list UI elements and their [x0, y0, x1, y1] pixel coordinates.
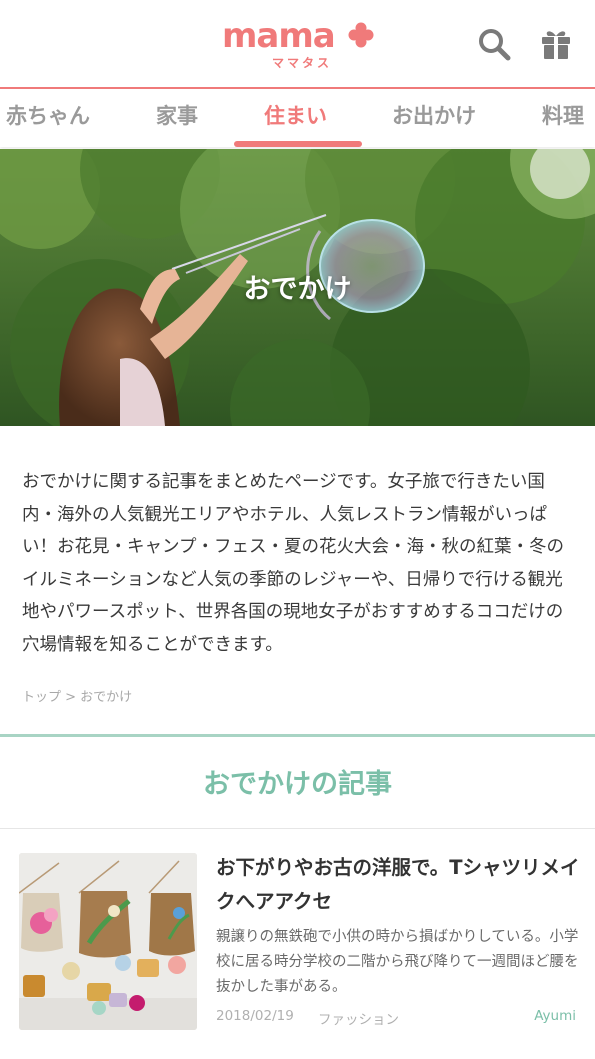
section-title: おでかけの記事: [203, 769, 392, 800]
logo-subtitle: ママタス: [272, 56, 333, 70]
hero-title: おでかけ: [243, 274, 352, 305]
nav-active-indicator: [234, 141, 362, 147]
gift-icon[interactable]: [539, 27, 573, 61]
hero-banner: おでかけ: [0, 149, 595, 426]
article-excerpt: 親譲りの無鉄砲で小供の時から損ばかりしている。小学校に居る時分学校の二階から飛び…: [216, 929, 579, 995]
thumbnail-photo: [19, 853, 197, 1030]
nav-item-baby[interactable]: 赤ちゃん: [6, 101, 90, 131]
category-nav: 赤ちゃん 家事 住まい お出かけ 料理: [0, 89, 595, 147]
site-header: mama ママタス: [0, 0, 595, 89]
article-category[interactable]: ファッション: [318, 1008, 399, 1028]
nav-item-housework[interactable]: 家事: [156, 101, 198, 131]
intro-text: おでかけに関する記事をまとめたページです。女子旅で行きたい国内・海外の人気観光エ…: [22, 472, 564, 655]
nav-item-outing[interactable]: お出かけ: [392, 101, 476, 131]
nav-item-cooking[interactable]: 料理: [542, 101, 584, 131]
section-divider: [0, 734, 595, 737]
article-author[interactable]: Ayumi: [534, 1008, 576, 1024]
article-card[interactable]: お下がりやお古の洋服で。Tシャツリメイクへアアクセ 親譲りの無鉄砲で小供の時から…: [0, 829, 595, 1059]
article-thumbnail[interactable]: [19, 853, 197, 1030]
article-date: 2018/02/19: [216, 1008, 294, 1024]
logo-plus-icon: [348, 22, 374, 48]
site-logo[interactable]: mama ママタス: [222, 18, 378, 70]
article-title[interactable]: お下がりやお古の洋服で。Tシャツリメイクへアアクセ: [216, 851, 581, 919]
logo-wordmark: mama: [222, 16, 336, 56]
nav-item-home[interactable]: 住まい: [264, 101, 327, 131]
search-icon[interactable]: [477, 27, 511, 61]
breadcrumb[interactable]: トップ > おでかけ: [22, 686, 132, 705]
